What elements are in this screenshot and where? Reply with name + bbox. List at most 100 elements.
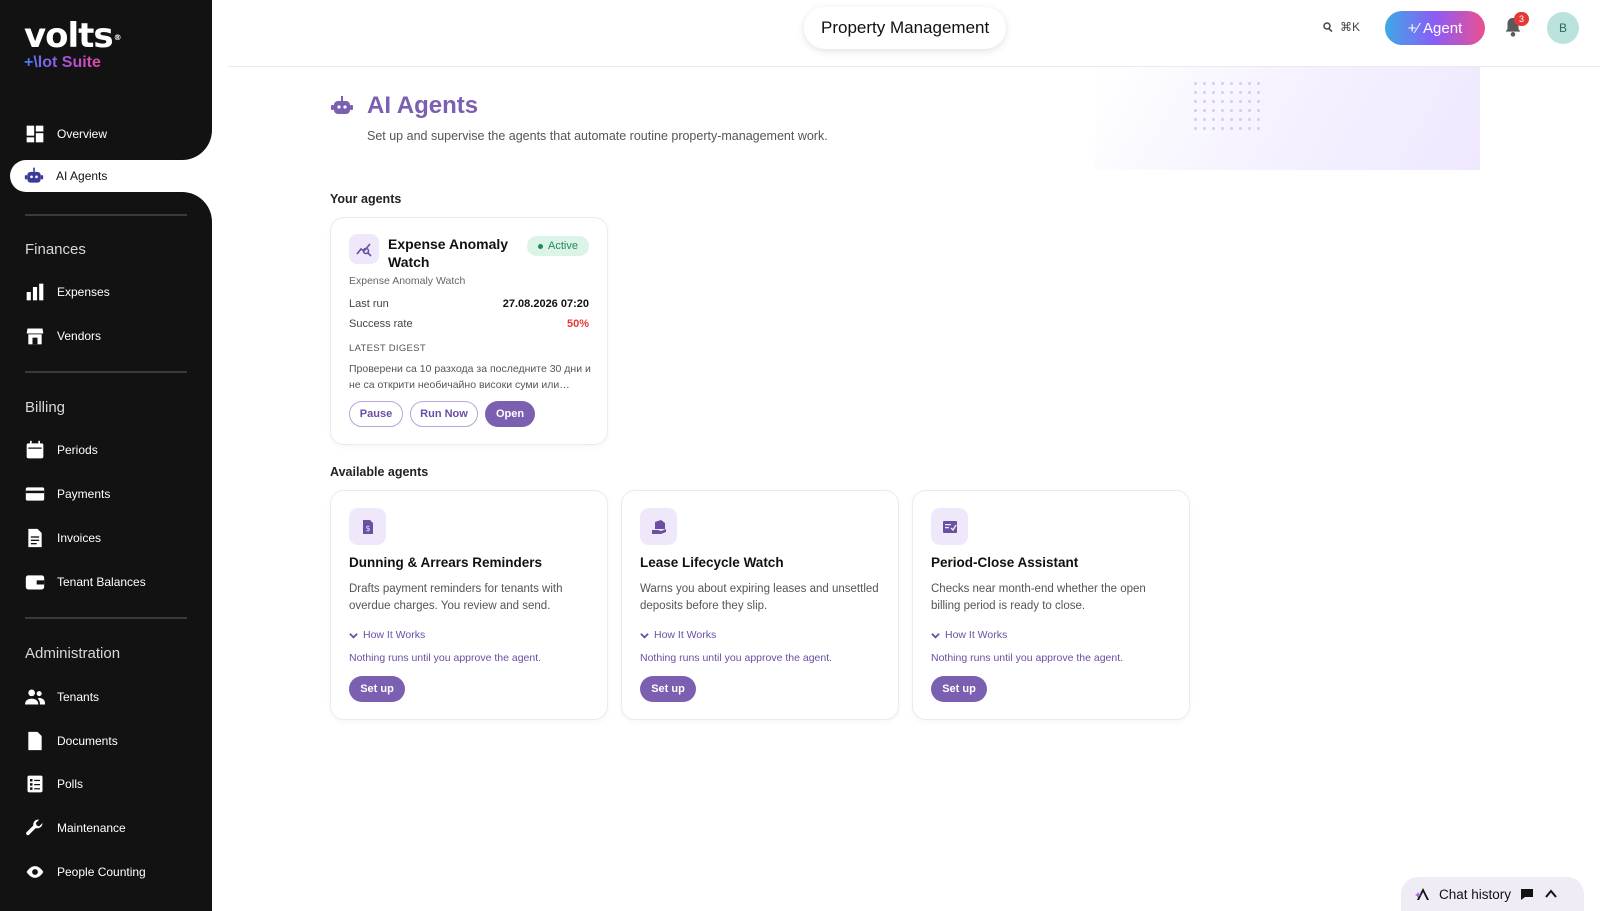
sidebar-item-maintenance[interactable]: Maintenance: [25, 816, 126, 840]
invoice-dollar-icon: $: [349, 508, 386, 545]
chevron-down-icon: [349, 632, 358, 639]
sidebar-item-periods[interactable]: Periods: [25, 438, 98, 462]
dashboard-icon: [25, 124, 45, 144]
wrench-icon: [25, 818, 45, 838]
brand-logo[interactable]: volts ® +\lot Suite: [24, 16, 122, 72]
active-agent-card: Expense Anomaly Watch Active Expense Ano…: [330, 217, 608, 445]
success-rate-value: 50%: [566, 318, 589, 330]
credit-card-icon: [25, 484, 45, 504]
how-it-works-label: How It Works: [654, 629, 717, 641]
sidebar-item-label: Payments: [57, 487, 111, 501]
sidebar-item-vendors[interactable]: Vendors: [25, 324, 101, 348]
success-rate-row: Success rate 50%: [349, 318, 589, 330]
divider: [25, 371, 187, 373]
file-icon: [25, 731, 45, 751]
sidebar-item-label: Invoices: [57, 531, 102, 545]
sparkle-icon: [1415, 888, 1429, 900]
available-agent-card: $ Dunning & Arrears Reminders Drafts pay…: [330, 490, 608, 720]
sidebar-item-documents[interactable]: Documents: [25, 729, 118, 753]
digest-heading: LATEST DIGEST: [349, 343, 426, 354]
sidebar-item-ai-agents[interactable]: AI Agents: [0, 160, 212, 194]
avatar[interactable]: B: [1547, 12, 1579, 44]
search-shortcut-label: ⌘K: [1340, 20, 1361, 34]
sidebar-item-people-counting[interactable]: People Counting: [25, 860, 146, 884]
agent-subtitle: Expense Anomaly Watch: [349, 275, 466, 287]
how-it-works-label: How It Works: [363, 629, 426, 641]
set-up-button[interactable]: Set up: [349, 676, 405, 702]
agent-button[interactable]: +⁄ Agent: [1385, 11, 1485, 45]
chat-history-bar[interactable]: Chat history: [1401, 877, 1584, 911]
agent-description: Drafts payment reminders for tenants wit…: [349, 583, 563, 612]
set-up-button[interactable]: Set up: [931, 676, 987, 702]
sidebar-item-label: Vendors: [57, 329, 102, 343]
digest-text: Проверени са 10 разхода за последните 30…: [349, 363, 591, 391]
search-shortcut[interactable]: ⌘K: [1322, 20, 1360, 34]
app-title: Property Management: [804, 7, 1007, 49]
agent-title: Expense Anomaly Watch: [388, 236, 509, 270]
approval-note: Nothing runs until you approve the agent…: [349, 652, 542, 664]
chevron-down-icon: [640, 632, 649, 639]
set-up-button[interactable]: Set up: [640, 676, 696, 702]
checklist-icon: [931, 508, 968, 545]
lease-hand-icon: [640, 508, 677, 545]
notification-badge: 3: [1514, 12, 1529, 26]
how-it-works-toggle[interactable]: How It Works: [640, 629, 716, 641]
success-rate-label: Success rate: [349, 318, 413, 330]
sidebar-item-tenants[interactable]: Tenants: [25, 685, 99, 709]
sidebar-item-invoices[interactable]: Invoices: [25, 526, 101, 550]
sidebar-item-label: Polls: [57, 777, 84, 791]
status-label: Active: [548, 240, 578, 252]
divider: [25, 214, 187, 216]
bar-chart-icon: [25, 282, 45, 302]
sidebar-item-label: Maintenance: [57, 821, 126, 835]
sidebar-item-polls[interactable]: Polls: [25, 772, 83, 796]
section-title-administration: Administration: [25, 645, 121, 662]
section-title-billing: Billing: [25, 399, 66, 416]
wallet-icon: [25, 572, 45, 592]
divider: [25, 617, 187, 619]
sidebar-item-overview[interactable]: Overview: [25, 122, 107, 146]
sidebar-item-payments[interactable]: Payments: [25, 482, 110, 506]
people-icon: [25, 687, 45, 707]
how-it-works-toggle[interactable]: How It Works: [349, 629, 425, 641]
last-run-row: Last run 27.08.2026 07:20: [349, 298, 589, 310]
hero-decoration: [1095, 67, 1480, 170]
pause-button[interactable]: Pause: [349, 401, 403, 427]
section-title-finances: Finances: [25, 241, 86, 258]
brand-name: volts: [24, 16, 114, 56]
run-now-button[interactable]: Run Now: [410, 401, 478, 427]
brand-suite: +\lot Suite: [24, 54, 113, 72]
approval-note: Nothing runs until you approve the agent…: [640, 652, 833, 664]
document-icon: [25, 528, 45, 548]
page-subtitle: Set up and supervise the agents that aut…: [367, 129, 828, 143]
page-title: AI Agents: [367, 92, 479, 119]
sidebar-item-label: Expenses: [57, 285, 110, 299]
agent-button-label: Agent: [1423, 19, 1463, 37]
svg-text:$: $: [365, 524, 370, 533]
sidebar: volts ® +\lot Suite Overview AI Agents Fi…: [0, 0, 212, 911]
sidebar-item-tenant-balances[interactable]: Tenant Balances: [25, 570, 146, 594]
agent-description: Warns you about expiring leases and unse…: [640, 583, 879, 612]
how-it-works-toggle[interactable]: How It Works: [931, 629, 1007, 641]
robot-icon: [24, 167, 44, 183]
sidebar-item-label: People Counting: [57, 865, 146, 879]
open-button[interactable]: Open: [485, 401, 535, 427]
sidebar-item-label: Documents: [57, 734, 118, 748]
calendar-icon: [25, 440, 45, 460]
sidebar-item-label: Periods: [57, 443, 98, 457]
store-icon: [25, 326, 45, 346]
sidebar-item-label: Overview: [57, 127, 108, 141]
robot-icon: [330, 94, 354, 118]
agent-title: Dunning & Arrears Reminders: [349, 555, 543, 570]
anomaly-chart-icon: [349, 234, 379, 264]
chevron-down-icon: [931, 632, 940, 639]
agent-title: Period-Close Assistant: [931, 555, 1079, 570]
sidebar-item-expenses[interactable]: Expenses: [25, 280, 110, 304]
sparkle-icon: +⁄: [1407, 19, 1420, 37]
top-header: Property Management ⌘K +⁄ Agent 3 B: [228, 0, 1600, 67]
search-icon: [1323, 22, 1333, 33]
sidebar-item-label: Tenants: [57, 690, 100, 704]
chevron-up-icon[interactable]: [1543, 886, 1559, 902]
nav-curve-bottom: [182, 192, 212, 224]
status-badge: Active: [527, 236, 589, 256]
